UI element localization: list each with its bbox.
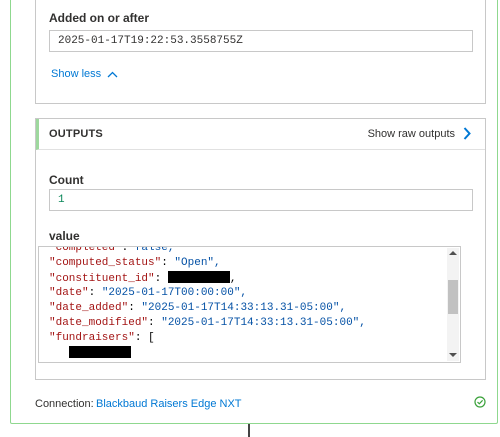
outputs-header: OUTPUTS Show raw outputs [36,119,485,150]
show-raw-outputs-button[interactable]: Show raw outputs [368,127,471,140]
json-line: "date_modified": "2025-01-17T14:33:13.31… [49,317,366,329]
scroll-up-arrow-icon[interactable] [449,251,457,255]
json-line: "completed": false, [49,246,175,254]
added-on-label: Added on or after [49,11,150,25]
flow-connector-line [248,424,250,437]
outputs-title: OUTPUTS [49,128,103,140]
json-line [69,346,131,362]
scrollbar[interactable] [447,248,459,361]
inputs-panel: Added on or after 2025-01-17T19:22:53.35… [35,0,486,104]
chevron-up-icon [107,71,118,77]
scroll-thumb[interactable] [448,280,458,314]
json-line: "date": "2025-01-17T00:00:00", [49,287,248,299]
chevron-right-icon [463,127,471,140]
redacted-block [167,271,230,283]
value-json-viewer[interactable]: "completed": false, "computed_status": "… [38,246,461,363]
count-label: Count [49,173,84,187]
redacted-block [69,346,131,358]
json-line: "computed_status": "Open", [49,257,221,269]
added-on-field[interactable]: 2025-01-17T19:22:53.3558755Z [49,30,473,52]
json-line: "date_added": "2025-01-17T14:33:13.31-05… [49,302,347,314]
json-line: "fundraisers": [ [49,332,155,344]
count-field[interactable]: 1 [49,189,473,211]
connection-label: Connection: [35,398,94,410]
show-less-button[interactable]: Show less [51,68,118,80]
json-line: "constituent_id": , [49,271,237,285]
show-less-label: Show less [51,68,102,80]
value-label: value [49,229,80,243]
scroll-down-arrow-icon[interactable] [449,353,457,357]
check-circle-icon [474,396,486,408]
show-raw-outputs-label: Show raw outputs [367,127,455,140]
connection-link[interactable]: Blackbaud Raisers Edge NXT [96,398,242,410]
